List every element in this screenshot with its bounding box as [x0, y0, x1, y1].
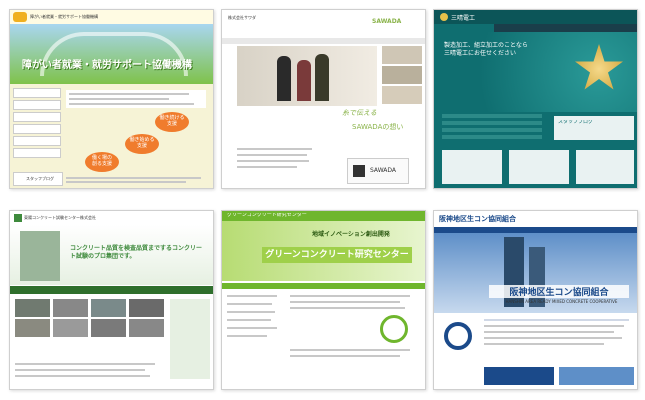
thumbnail-concrete-testing-center[interactable]: 東陽コンクリート試験センター株式会社 コンクリート品質を検査品質までするコンクリ… — [9, 210, 214, 390]
header-title: 東陽コンクリート試験センター株式会社 — [24, 215, 96, 220]
intro-text-block — [66, 90, 206, 108]
site-header: 阪神地区生コン協同組合 — [434, 211, 637, 227]
site-header: 障がい者就業・就労サポート協働機構 — [10, 10, 213, 24]
person-figure — [277, 56, 291, 101]
header-title: 株式会社サワダ — [228, 15, 256, 20]
nav-bar[interactable] — [10, 286, 213, 294]
person-figure — [297, 60, 311, 101]
hero-image: 障がい者就業・就労サポート協働機構 — [10, 24, 213, 84]
hero-image: 地域イノベーション創出開発 グリーンコンクリート研究センター — [222, 221, 425, 281]
brand-text: SAWADA — [370, 167, 397, 174]
sidebar-image — [439, 317, 479, 357]
logo-icon — [14, 214, 22, 222]
bubble-start-work: 働き始める 支援 — [125, 134, 159, 154]
thumbnail-sansei-denko[interactable]: 三晴電工 製造加工、組立加工のことなら 三晴電工にお任せください スタッフブログ — [433, 9, 638, 189]
site-header: グリーンコンクリート研究センター — [222, 211, 425, 221]
bubble-create-workplace: 働く場の 創る支援 — [85, 152, 119, 172]
side-banner[interactable]: スタッフブログ — [554, 116, 634, 140]
hero-image: コンクリート品質を検査品質までするコンクリート試験のプロ集団です。 — [10, 225, 213, 285]
header-title: グリーンコンクリート研究センター — [227, 213, 307, 218]
header-title: 障がい者就業・就労サポート協働機構 — [30, 14, 98, 19]
thumbnail-green-concrete-research[interactable]: グリーンコンクリート研究センター 地域イノベーション創出開発 グリーンコンクリー… — [221, 210, 426, 390]
hero-image: 阪神地区生コン協同組合 HANSHIN AREA READY MIXED CON… — [434, 233, 637, 313]
nav-bar[interactable] — [222, 283, 425, 289]
thumbnail-disability-employment-support[interactable]: 障がい者就業・就労サポート協働機構 障がい者就業・就労サポート協働機構 働き続け… — [9, 9, 214, 189]
feature-box[interactable] — [509, 150, 569, 184]
nav-bar[interactable] — [494, 24, 637, 32]
thumbnail-sawada-company[interactable]: 株式会社サワダ SAWADA 糸で伝える SAWADAの想い SAWADA — [221, 9, 426, 189]
brand-banner[interactable]: SAWADA — [347, 158, 409, 184]
info-list — [442, 114, 542, 144]
tower-shape — [529, 247, 545, 307]
brand-mark — [353, 165, 365, 177]
hero-headline: コンクリート品質を検査品質までするコンクリート試験のプロ集団です。 — [70, 245, 203, 260]
hero-title: 障がい者就業・就労サポート協働機構 — [22, 60, 192, 71]
header-title: 阪神地区生コン協同組合 — [439, 215, 516, 223]
banner-button[interactable] — [484, 367, 554, 385]
main-content — [290, 293, 422, 385]
sidebar[interactable] — [170, 299, 210, 379]
side-banner-label: スタッフブログ — [558, 120, 594, 125]
news-list — [237, 146, 317, 184]
building-photo — [20, 231, 60, 281]
thumbnail-hanshin-concrete-cooperative[interactable]: 阪神地区生コン協同組合 阪神地区生コン協同組合 HANSHIN AREA REA… — [433, 210, 638, 390]
photo-grid — [15, 299, 165, 339]
logo-icon — [440, 13, 448, 21]
brand-logo: SAWADA — [372, 18, 402, 25]
site-header: 東陽コンクリート試験センター株式会社 — [10, 211, 213, 225]
feature-box[interactable] — [576, 150, 634, 184]
sidebar-menu[interactable] — [227, 293, 282, 385]
person-figure — [315, 54, 329, 101]
side-thumbs — [382, 46, 422, 106]
tagline-area: 糸で伝える SAWADAの想い — [282, 106, 422, 144]
hero-banner-en: HANSHIN AREA READY MIXED CONCRETE COOPER… — [505, 299, 618, 304]
hero-photo — [237, 46, 377, 106]
sidebar-menu[interactable] — [13, 88, 61, 168]
main-content — [484, 317, 634, 365]
nav-bar[interactable] — [222, 38, 425, 44]
footer-text — [66, 175, 206, 185]
site-header: 株式会社サワダ SAWADA — [222, 10, 425, 38]
hero-banner: グリーンコンクリート研究センター — [262, 247, 412, 263]
product-icon — [575, 44, 623, 90]
site-header: 三晴電工 — [434, 10, 637, 24]
hero-image: 製造加工、組立加工のことなら 三晴電工にお任せください — [434, 32, 637, 112]
logo-mark — [380, 315, 408, 343]
tagline: 糸で伝える — [342, 109, 377, 117]
brand-name: 三晴電工 — [451, 15, 476, 22]
tagline-2: SAWADAの想い — [352, 123, 404, 131]
hero-banner: 阪神地区生コン協同組合 — [489, 285, 629, 298]
feature-box[interactable] — [442, 150, 502, 184]
banner-button[interactable] — [559, 367, 634, 385]
logo-icon — [13, 12, 27, 22]
bubble-continue-work: 働き続ける 支援 — [155, 112, 189, 132]
hero-sub: 地域イノベーション創出開発 — [312, 231, 390, 238]
hero-headline: 製造加工、組立加工のことなら 三晴電工にお任せください — [444, 42, 528, 57]
news-list — [15, 361, 165, 385]
staff-blog-banner[interactable]: スタッフブログ — [13, 172, 63, 186]
